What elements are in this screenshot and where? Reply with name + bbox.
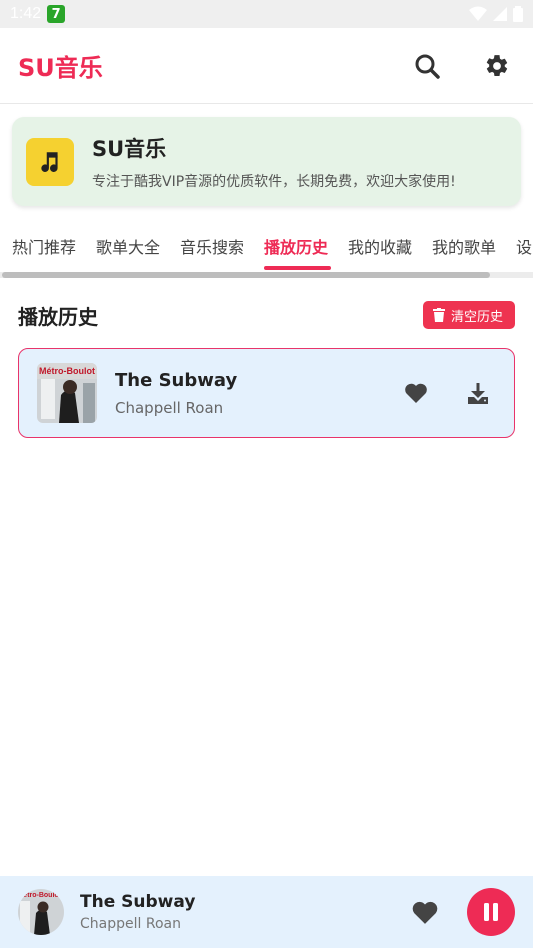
tab-bar: 热门推荐 歌单大全 音乐搜索 播放历史 我的收藏 我的歌单 设 xyxy=(0,222,533,272)
clear-history-button[interactable]: 清空历史 xyxy=(422,301,515,329)
wifi-icon xyxy=(469,6,487,21)
banner-title: SU音乐 xyxy=(92,136,167,161)
intro-banner: SU音乐 专注于酷我VIP音源的优质软件，长期免费，欢迎大家使用! xyxy=(12,117,521,206)
mini-player[interactable]: étro-Boulo The Subway Chappell Roan xyxy=(0,876,533,948)
gear-icon xyxy=(486,54,508,76)
battery-icon xyxy=(513,6,523,22)
download-button[interactable] xyxy=(460,375,496,411)
tab-search[interactable]: 音乐搜索 xyxy=(180,234,244,258)
notification-badge: 7 xyxy=(47,5,66,23)
tab-history[interactable]: 播放历史 xyxy=(264,234,328,258)
tab-hot[interactable]: 热门推荐 xyxy=(12,234,76,258)
history-header: 播放历史 清空历史 xyxy=(18,300,515,330)
app-logo xyxy=(26,137,74,186)
status-time: 1:42 xyxy=(10,5,42,22)
tab-scrollbar[interactable] xyxy=(0,272,533,278)
active-tab-indicator xyxy=(264,266,331,270)
history-item[interactable]: Métro-Boulot The Subway Chappell Roan xyxy=(18,348,515,438)
song-artist: Chappell Roan xyxy=(115,398,224,417)
song-title: The Subway xyxy=(115,369,238,391)
album-cover-text: Métro-Boulot xyxy=(39,366,95,376)
player-album-cover: étro-Boulo xyxy=(18,889,64,935)
settings-button[interactable] xyxy=(479,48,515,84)
tab-favorites[interactable]: 我的收藏 xyxy=(348,234,412,258)
player-song-artist: Chappell Roan xyxy=(80,916,181,932)
tab-scrollbar-thumb[interactable] xyxy=(2,272,490,278)
music-note-icon xyxy=(41,151,58,172)
section-title: 播放历史 xyxy=(18,304,98,329)
signal-icon xyxy=(493,7,507,21)
banner-subtitle: 专注于酷我VIP音源的优质软件，长期免费，欢迎大家使用! xyxy=(92,173,456,190)
clear-history-label: 清空历史 xyxy=(450,309,503,325)
download-icon xyxy=(468,383,488,404)
player-favorite-button[interactable] xyxy=(407,894,443,930)
heart-icon xyxy=(405,383,427,403)
search-button[interactable] xyxy=(409,48,445,84)
status-bar: 1:42 7 xyxy=(0,0,533,28)
pause-button[interactable] xyxy=(467,888,515,936)
status-icons xyxy=(469,6,523,22)
player-song-title: The Subway xyxy=(80,892,196,912)
app-bar: SU音乐 xyxy=(0,28,533,104)
album-cover: Métro-Boulot xyxy=(37,363,97,423)
app-title: SU音乐 xyxy=(18,54,103,82)
heart-icon xyxy=(412,901,438,924)
search-icon xyxy=(415,54,440,79)
favorite-button[interactable] xyxy=(398,375,434,411)
tab-settings[interactable]: 设 xyxy=(516,234,532,258)
player-cover-text: étro-Boulo xyxy=(23,892,58,899)
pause-icon xyxy=(484,903,498,921)
tab-playlists[interactable]: 歌单大全 xyxy=(96,234,160,258)
trash-icon xyxy=(432,308,445,322)
tab-my-playlists[interactable]: 我的歌单 xyxy=(432,234,496,258)
